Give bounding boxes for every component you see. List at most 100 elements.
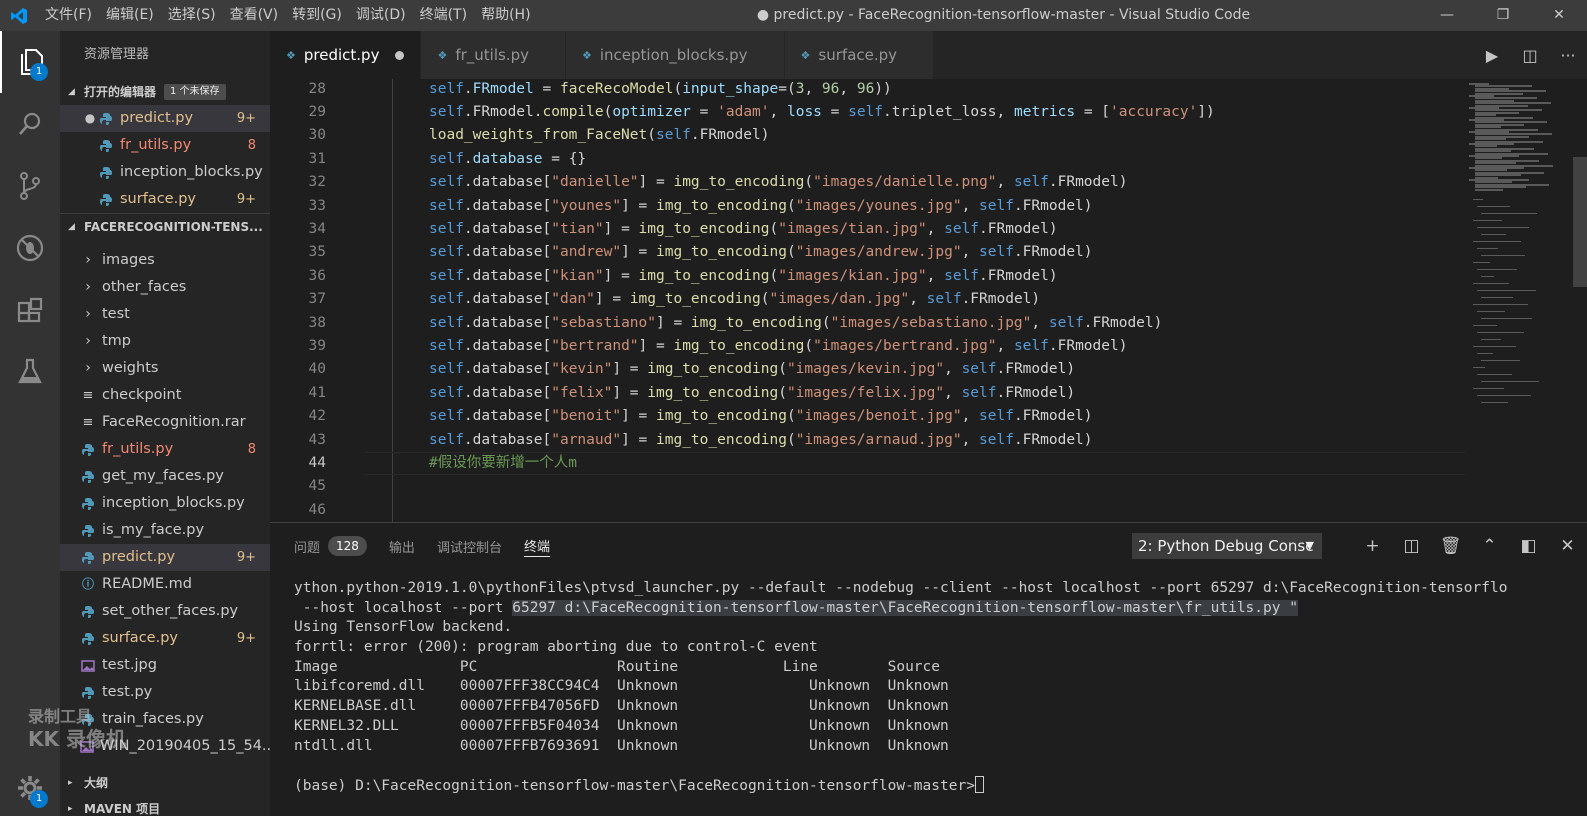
watermark-line-2: KK 录像机	[28, 727, 126, 751]
file-name: README.md	[102, 576, 192, 592]
close-panel-icon[interactable]: ✕	[1548, 533, 1587, 559]
file-item[interactable]: ≡ FaceRecognition.rar	[60, 409, 270, 436]
unsaved-dot-icon[interactable]	[395, 50, 405, 60]
line-number: 32	[308, 174, 326, 191]
test-activity-button[interactable]	[0, 341, 60, 403]
open-editor-item[interactable]: surface.py 9+	[60, 186, 270, 213]
debug-activity-button[interactable]	[0, 217, 60, 279]
minimap-line	[1473, 283, 1509, 284]
maven-header[interactable]: ▸ MAVEN 项目	[60, 796, 270, 816]
file-item[interactable]: fr_utils.py 8	[60, 436, 270, 463]
python-file-icon: ❖	[800, 48, 811, 62]
editor-scrollbar[interactable]	[1573, 157, 1587, 287]
folder-item[interactable]: › test	[60, 301, 270, 328]
minimap[interactable]	[1467, 79, 1567, 522]
open-editor-item[interactable]: inception_blocks.py	[60, 159, 270, 186]
folder-item[interactable]: › weights	[60, 355, 270, 382]
maven-title: MAVEN 项目	[84, 802, 161, 816]
open-editor-item[interactable]: fr_utils.py 8	[60, 132, 270, 159]
file-item[interactable]: test.jpg	[60, 652, 270, 679]
project-header[interactable]: ◢ FACERECOGNITION-TENS...	[60, 213, 270, 239]
file-item[interactable]: set_other_faces.py	[60, 598, 270, 625]
panel-tab[interactable]: 问题 128	[294, 523, 367, 569]
code-line: self.FRmodel.compile(optimizer = 'adam',…	[429, 103, 1215, 120]
terminal-text: KERNEL32.DLL 00007FFFB5F04034 Unknown Un…	[294, 717, 949, 734]
terminal-text: ython.python-2019.1.0\pythonFiles\ptvsd_…	[294, 580, 1508, 596]
editor-actions: ▶ ◫ ···	[1473, 31, 1587, 79]
tab-inception-blocks[interactable]: ❖ inception_blocks.py	[565, 31, 785, 79]
menu-item[interactable]: 编辑(E)	[99, 0, 161, 31]
terminal-line: KERNELBASE.dll 00007FFFB47056FD Unknown …	[294, 697, 1564, 717]
more-actions-icon[interactable]: ···	[1549, 46, 1587, 65]
line-number: 33	[308, 197, 326, 214]
open-editor-item[interactable]: ● predict.py 9+	[60, 105, 270, 132]
minimap-line	[1477, 353, 1493, 354]
menu-item[interactable]: 查看(V)	[223, 0, 286, 31]
panel-tab[interactable]: 终端	[523, 535, 550, 557]
source-control-activity-button[interactable]	[0, 155, 60, 217]
new-terminal-icon[interactable]: +	[1353, 533, 1392, 559]
explorer-badge: 1	[30, 63, 48, 81]
outline-header[interactable]: ▸ 大纲	[60, 770, 270, 796]
line-number: 41	[308, 384, 326, 401]
minimap-line	[1477, 290, 1536, 291]
chevron-up-icon[interactable]: ⌃	[1470, 533, 1509, 559]
minimap-line	[1473, 220, 1502, 221]
chevron-right-icon: ›	[85, 306, 91, 322]
problem-count: 9+	[236, 550, 256, 565]
file-item[interactable]: surface.py 9+	[60, 625, 270, 652]
code-editor[interactable]: 28 29 30 31 32 33 34 35 36 37 38 39 40 41 42 43 44 45 46 s…	[270, 79, 1587, 522]
panel-tab[interactable]: 输出	[389, 523, 415, 569]
file-item[interactable]: test.py	[60, 679, 270, 706]
file-name: inception_blocks.py	[120, 164, 263, 180]
code-line: #假设你要新增一个人m	[429, 454, 577, 471]
search-activity-button[interactable]	[0, 93, 60, 155]
folder-item[interactable]: › tmp	[60, 328, 270, 355]
file-item[interactable]: is_my_face.py	[60, 517, 270, 544]
open-editors-header[interactable]: ◢ 打开的编辑器 1 个未保存	[60, 79, 270, 105]
minimap-line	[1473, 262, 1490, 263]
outline-title: 大纲	[84, 776, 109, 790]
split-editor-icon[interactable]: ◫	[1511, 46, 1549, 65]
minimize-button[interactable]: —	[1419, 0, 1475, 31]
menu-item[interactable]: 帮助(H)	[474, 0, 537, 31]
settings-activity-button[interactable]: 1	[0, 768, 60, 808]
file-name: predict.py	[120, 110, 194, 126]
menu-item[interactable]: 转到(G)	[285, 0, 349, 31]
line-number: 46	[308, 501, 326, 518]
minimap-line	[1477, 248, 1498, 249]
tab-predict[interactable]: ❖ predict.py	[270, 31, 422, 79]
panel-tab-label: 终端	[523, 540, 550, 555]
file-item[interactable]: ⓘ README.md	[60, 571, 270, 598]
file-item[interactable]: get_my_faces.py	[60, 463, 270, 490]
close-window-button[interactable]: ✕	[1531, 0, 1587, 31]
file-item[interactable]: ≡ checkpoint	[60, 382, 270, 409]
menu-item[interactable]: 文件(F)	[38, 0, 99, 31]
folder-item[interactable]: › images	[60, 247, 270, 274]
file-item[interactable]: predict.py 9+	[60, 544, 270, 571]
tab-surface[interactable]: ❖ surface.py	[784, 31, 935, 79]
restore-button[interactable]: ❐	[1475, 0, 1531, 31]
code-line: self.database["kevin"] = img_to_encoding…	[429, 361, 1076, 378]
file-icon: ≡	[82, 415, 94, 430]
menu-item[interactable]: 终端(T)	[413, 0, 474, 31]
menu-item[interactable]: 选择(S)	[161, 0, 223, 31]
python-file-icon	[98, 111, 114, 127]
terminal-output[interactable]: ython.python-2019.1.0\pythonFiles\ptvsd_…	[294, 579, 1564, 796]
extensions-activity-button[interactable]	[0, 279, 60, 341]
split-terminal-icon[interactable]: ◫	[1392, 533, 1431, 559]
menu-item[interactable]: 调试(D)	[349, 0, 413, 31]
terminal-select[interactable]: 2: Python Debug Consc ▼	[1132, 533, 1322, 559]
python-file-icon	[98, 165, 114, 181]
window-controls: — ❐ ✕	[1419, 0, 1587, 31]
folder-item[interactable]: › other_faces	[60, 274, 270, 301]
run-icon[interactable]: ▶	[1473, 46, 1511, 65]
line-number: 35	[308, 244, 326, 261]
minimap-line	[1481, 276, 1494, 277]
file-item[interactable]: inception_blocks.py	[60, 490, 270, 517]
tab-fr-utils[interactable]: ❖ fr_utils.py	[421, 31, 566, 79]
maximize-panel-icon[interactable]: ◧	[1509, 533, 1548, 559]
panel-tab[interactable]: 调试控制台	[437, 523, 502, 569]
explorer-activity-button[interactable]: 1	[0, 31, 60, 93]
trash-icon[interactable]: 🗑	[1431, 533, 1470, 559]
